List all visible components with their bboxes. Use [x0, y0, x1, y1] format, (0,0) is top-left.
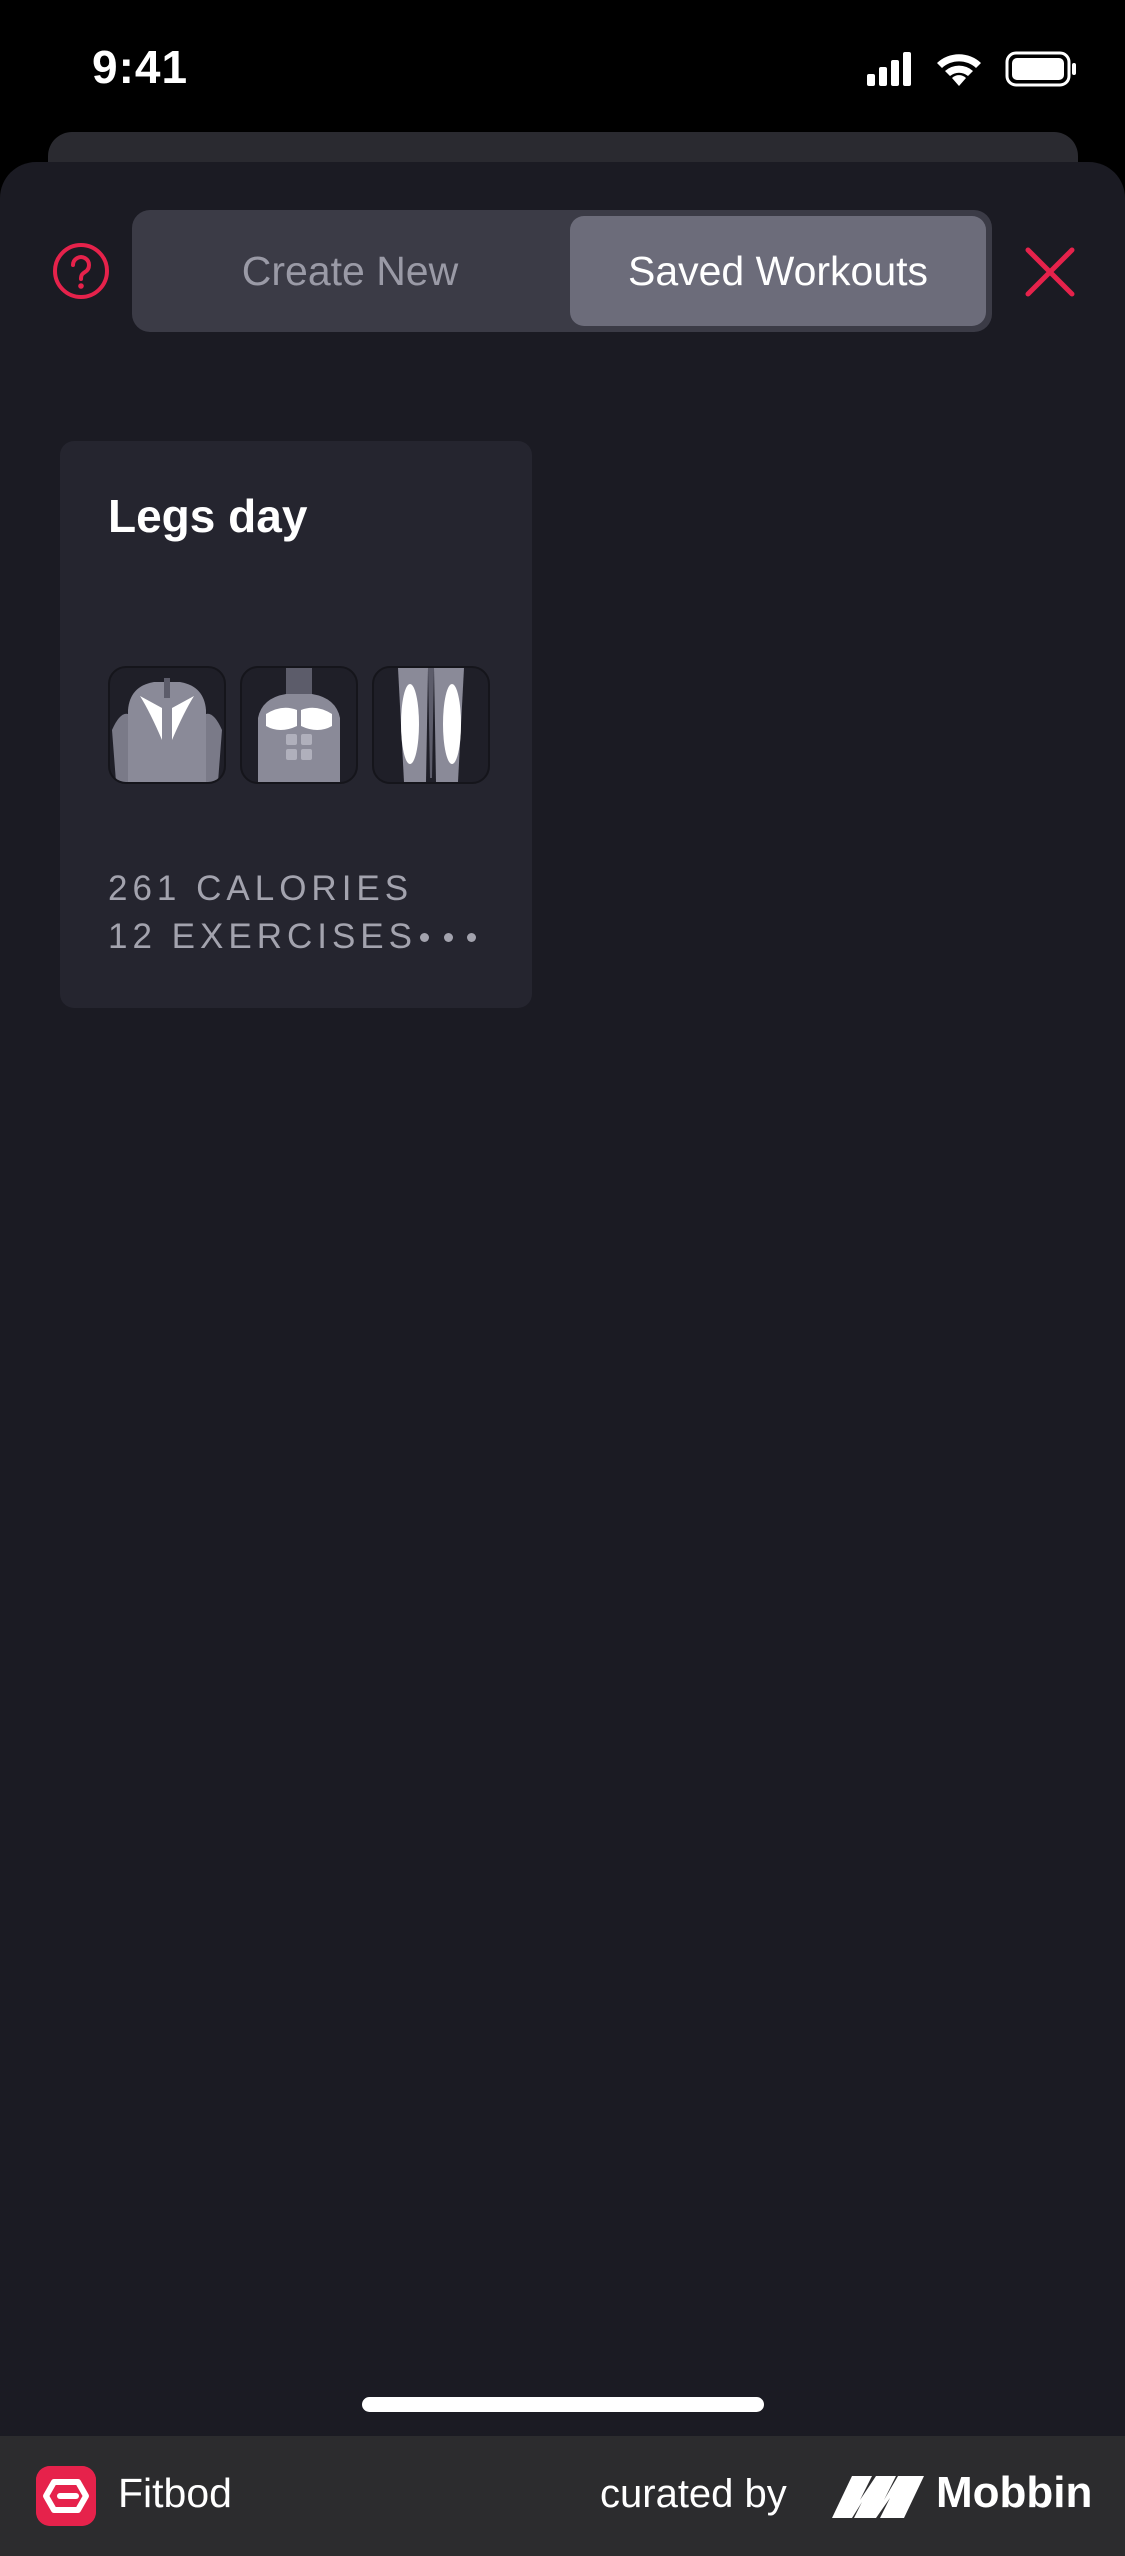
- back-muscles-icon: [108, 666, 226, 784]
- tab-saved-workouts[interactable]: Saved Workouts: [570, 216, 986, 326]
- status-icons: [867, 51, 1076, 87]
- workout-mode-tabs: Create New Saved Workouts: [132, 210, 992, 332]
- workout-card[interactable]: Legs day 261 CALORIES 12 EXERCISES: [60, 441, 532, 1008]
- question-circle-icon[interactable]: [52, 242, 110, 300]
- workout-title: Legs day: [108, 490, 308, 542]
- muscle-group-icons: [108, 666, 490, 784]
- workout-stats: 261 CALORIES 12 EXERCISES: [108, 865, 417, 961]
- app-name: Fitbod: [118, 2470, 232, 2516]
- close-icon[interactable]: [1022, 244, 1078, 300]
- curator-name: Mobbin: [936, 2468, 1093, 2517]
- legs-muscles-icon: [372, 666, 490, 784]
- wifi-icon: [937, 54, 981, 86]
- status-time: 9:41: [92, 41, 189, 93]
- attribution-footer: Fitbod curated by Mobbin: [0, 2436, 1125, 2556]
- workout-exercises: 12 EXERCISES: [108, 917, 417, 956]
- chest-abs-muscles-icon: [240, 666, 358, 784]
- home-indicator[interactable]: [362, 2397, 764, 2412]
- mobbin-logo-icon: [832, 2476, 924, 2518]
- battery-icon: [1005, 51, 1076, 87]
- status-bar: 9:41: [0, 0, 1125, 140]
- tab-create-new[interactable]: Create New: [138, 216, 562, 326]
- workout-calories: 261 CALORIES: [108, 869, 414, 908]
- cellular-signal-icon: [867, 52, 911, 86]
- fitbod-logo-icon: [36, 2466, 96, 2526]
- curated-by-label: curated by: [600, 2472, 787, 2516]
- more-dots-icon[interactable]: [420, 925, 476, 949]
